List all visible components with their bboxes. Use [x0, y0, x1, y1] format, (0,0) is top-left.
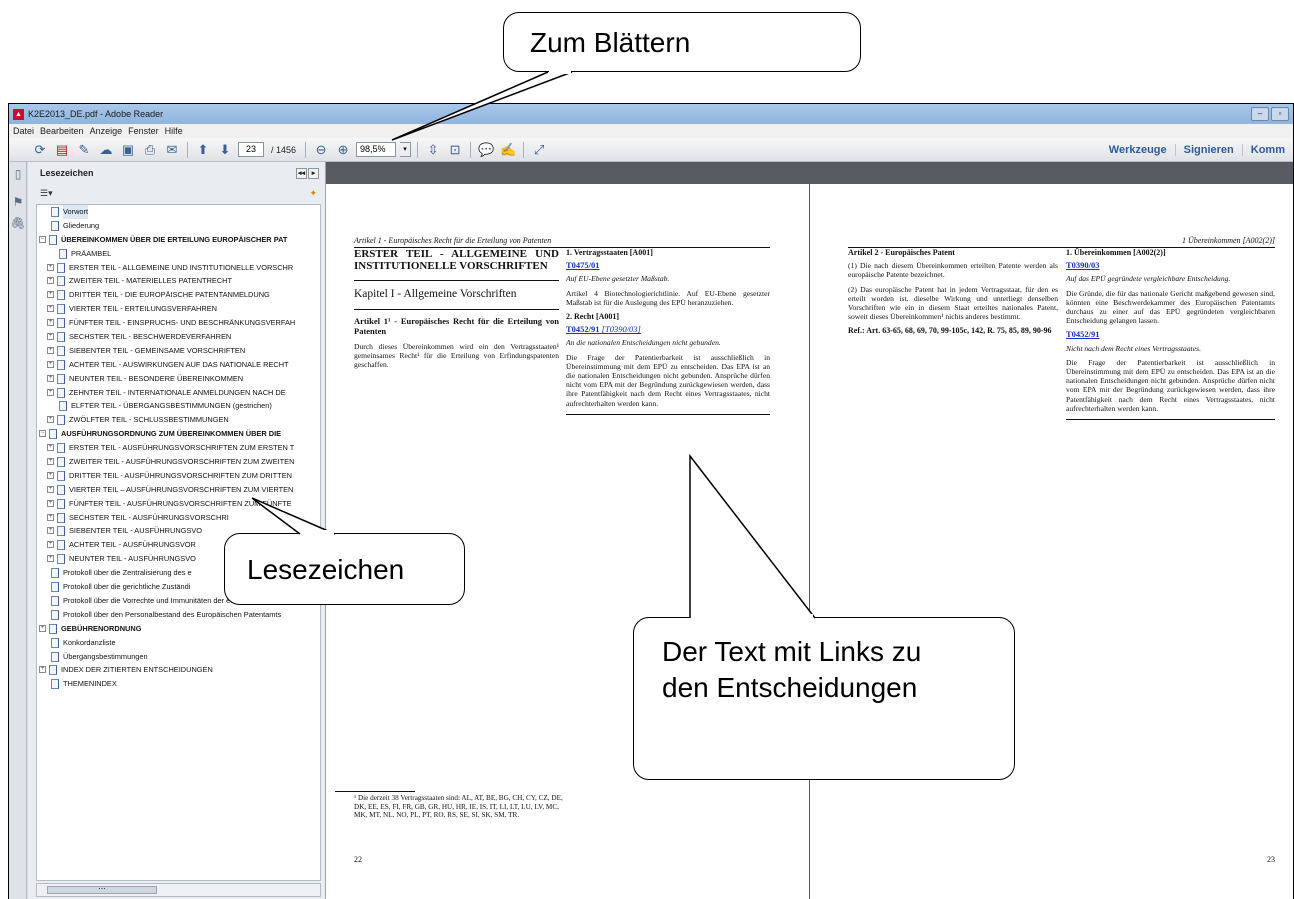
pointer-mask [301, 530, 334, 536]
callout-pointer [689, 453, 816, 619]
callout-pointer [251, 497, 336, 535]
pointer-mask [549, 68, 571, 74]
callout-pointer [391, 71, 573, 141]
callout-pointers [251, 68, 816, 620]
pointer-mask [691, 614, 813, 620]
